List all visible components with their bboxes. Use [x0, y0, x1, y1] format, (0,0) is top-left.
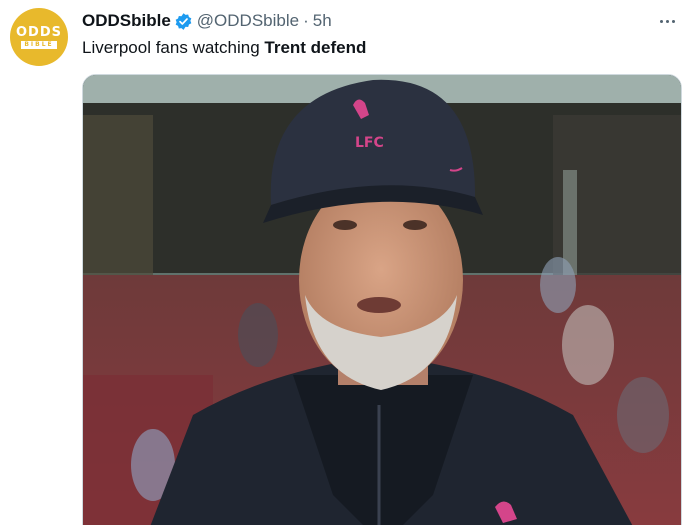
avatar-brand-top: ODDS	[16, 24, 62, 40]
display-name[interactable]: ODDSbible	[82, 10, 171, 32]
tweet-media[interactable]: LFC	[82, 74, 682, 525]
cap-badge-text: LFC	[355, 135, 384, 151]
media-image: LFC	[83, 75, 681, 525]
tweet-text-bold: Trent defend	[264, 38, 367, 57]
more-options-icon[interactable]	[654, 10, 680, 32]
tweet-text: Liverpool fans watching Trent defend	[82, 37, 366, 59]
user-handle[interactable]: @ODDSbible	[197, 10, 299, 32]
timestamp[interactable]: 5h	[313, 10, 332, 32]
avatar[interactable]: ODDS BIBLE	[10, 8, 68, 66]
avatar-brand-bottom: BIBLE	[21, 40, 57, 49]
separator-dot: ·	[303, 11, 309, 30]
tweet-text-plain: Liverpool fans watching	[82, 38, 265, 57]
tweet-header: ODDSbible @ODDSbible · 5h	[82, 10, 332, 32]
verified-badge-icon	[174, 12, 193, 31]
tweet-card[interactable]: ODDS BIBLE ODDSbible @ODDSbible · 5h Liv…	[0, 0, 700, 525]
